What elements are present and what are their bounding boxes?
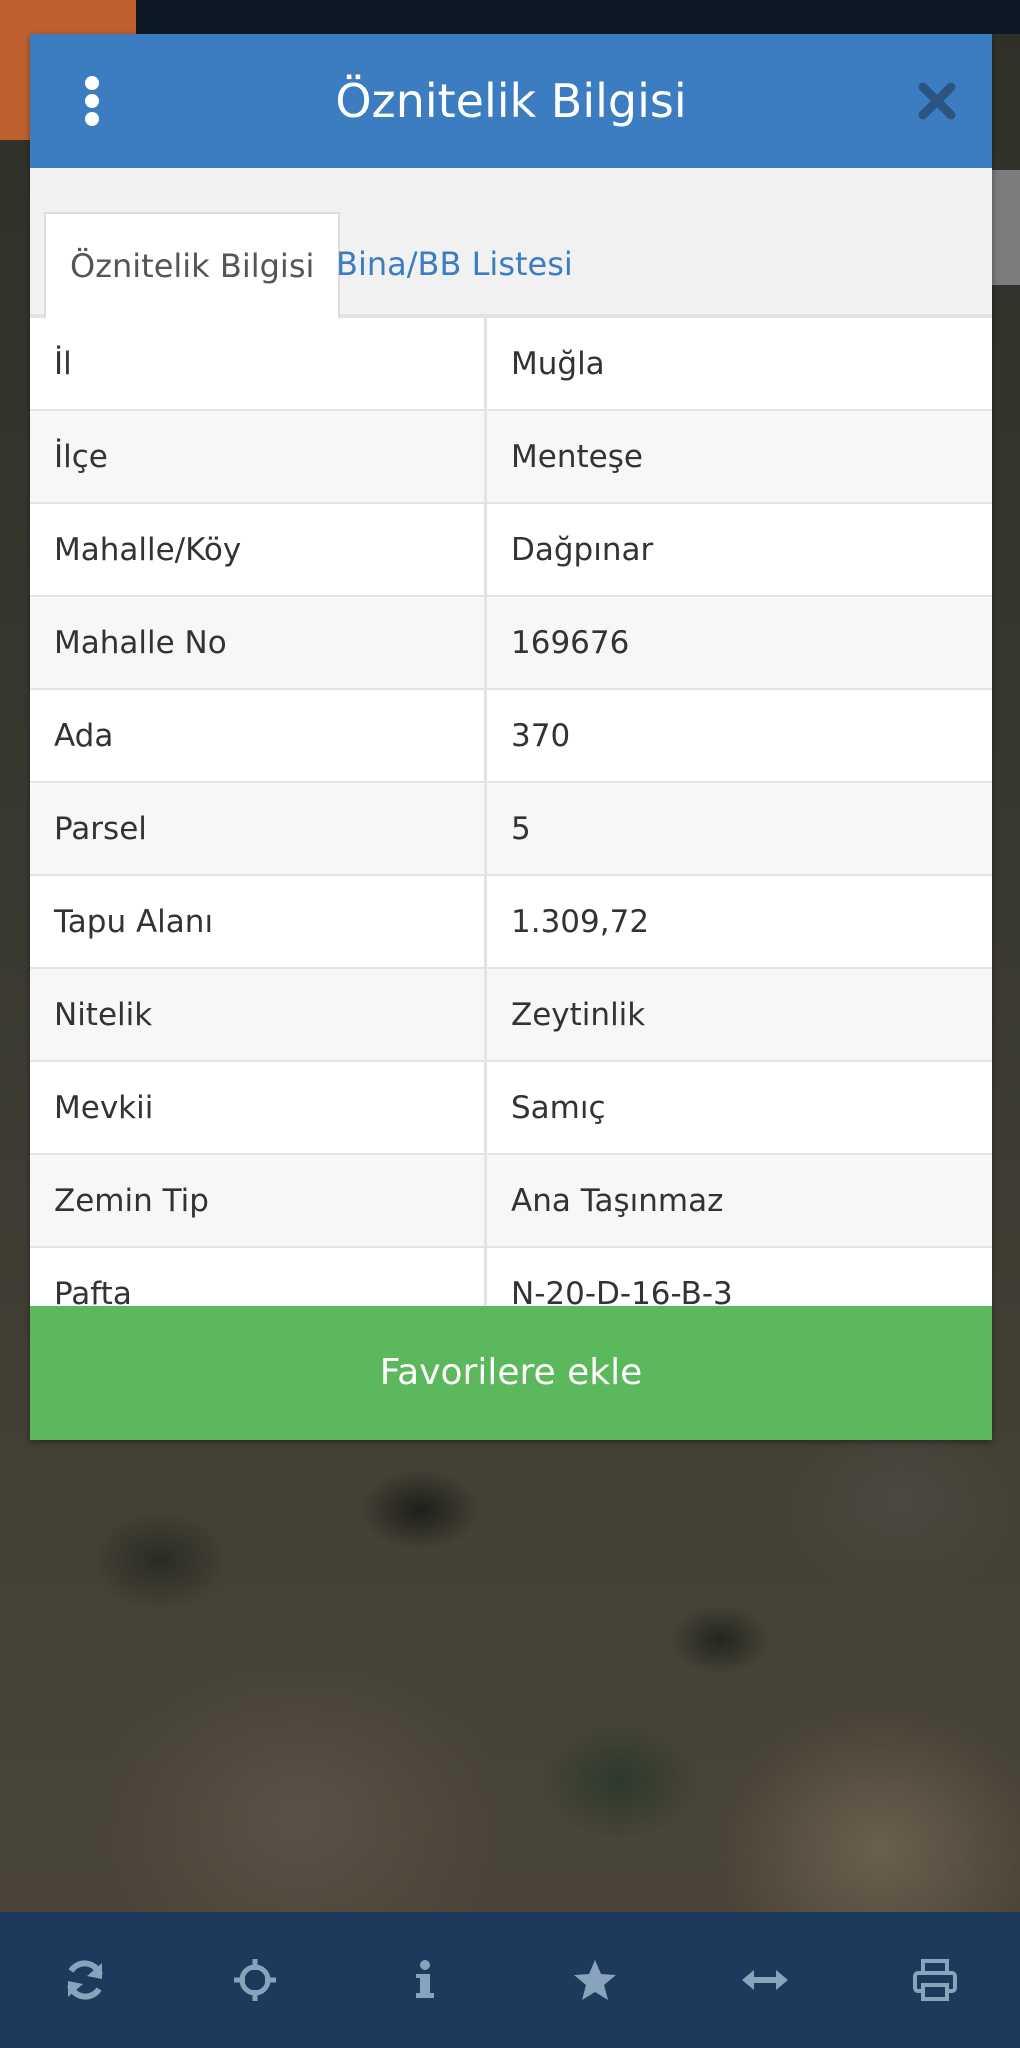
- attribute-label: Parsel: [30, 783, 487, 874]
- table-row: Zemin Tip Ana Taşınmaz: [30, 1155, 992, 1248]
- attribute-table: İl Muğla İlçe Menteşe Mahalle/Köy Dağpın…: [30, 318, 992, 1341]
- attribute-label: Mahalle No: [30, 597, 487, 688]
- add-to-favorites-button[interactable]: Favorilere ekle: [30, 1306, 992, 1440]
- attribute-label: İl: [30, 318, 487, 409]
- dialog-title: Öznitelik Bilgisi: [335, 74, 687, 128]
- attribute-dialog: Öznitelik Bilgisi Öznitelik Bilgisi Bina…: [30, 34, 992, 1440]
- refresh-icon[interactable]: [55, 1950, 115, 2010]
- print-icon[interactable]: [905, 1950, 965, 2010]
- table-row: Nitelik Zeytinlik: [30, 969, 992, 1062]
- measure-icon[interactable]: [735, 1950, 795, 2010]
- table-row: Ada 370: [30, 690, 992, 783]
- attribute-label: Tapu Alanı: [30, 876, 487, 967]
- tab-attribute-info[interactable]: Öznitelik Bilgisi: [44, 212, 341, 320]
- attribute-value: Ana Taşınmaz: [511, 1182, 724, 1219]
- attribute-value: 1.309,72: [511, 903, 650, 940]
- attribute-value: 5: [511, 810, 531, 847]
- bottom-toolbar: [0, 1912, 1020, 2048]
- table-row: Mahalle/Köy Dağpınar: [30, 504, 992, 597]
- tab-bar: Öznitelik Bilgisi Bina/BB Listesi: [30, 168, 992, 320]
- table-row: Parsel 5: [30, 783, 992, 876]
- attribute-value: Muğla: [511, 345, 605, 382]
- table-row: İlçe Menteşe: [30, 411, 992, 504]
- attribute-label: Mahalle/Köy: [30, 504, 487, 595]
- attribute-label: Zemin Tip: [30, 1155, 487, 1246]
- close-icon[interactable]: [916, 80, 958, 122]
- attribute-label: Mevkii: [30, 1062, 487, 1153]
- tab-building-list[interactable]: Bina/BB Listesi: [312, 212, 597, 318]
- info-icon[interactable]: [395, 1950, 455, 2010]
- locate-icon[interactable]: [225, 1950, 285, 2010]
- attribute-label: Ada: [30, 690, 487, 781]
- dialog-header: Öznitelik Bilgisi: [30, 34, 992, 168]
- attribute-value: 370: [511, 717, 571, 754]
- table-row: İl Muğla: [30, 318, 992, 411]
- table-row: Tapu Alanı 1.309,72: [30, 876, 992, 969]
- top-status-strip: [0, 0, 1020, 34]
- attribute-value: 169676: [511, 624, 630, 661]
- attribute-value: Dağpınar: [511, 531, 654, 568]
- attribute-value: Zeytinlik: [511, 996, 646, 1033]
- attribute-value: Menteşe: [511, 438, 643, 475]
- table-row: Mahalle No 169676: [30, 597, 992, 690]
- attribute-value: Samıç: [511, 1089, 606, 1126]
- star-icon[interactable]: [565, 1950, 625, 2010]
- attribute-label: Nitelik: [30, 969, 487, 1060]
- table-row: Mevkii Samıç: [30, 1062, 992, 1155]
- attribute-label: İlçe: [30, 411, 487, 502]
- map-right-handle: [992, 170, 1020, 285]
